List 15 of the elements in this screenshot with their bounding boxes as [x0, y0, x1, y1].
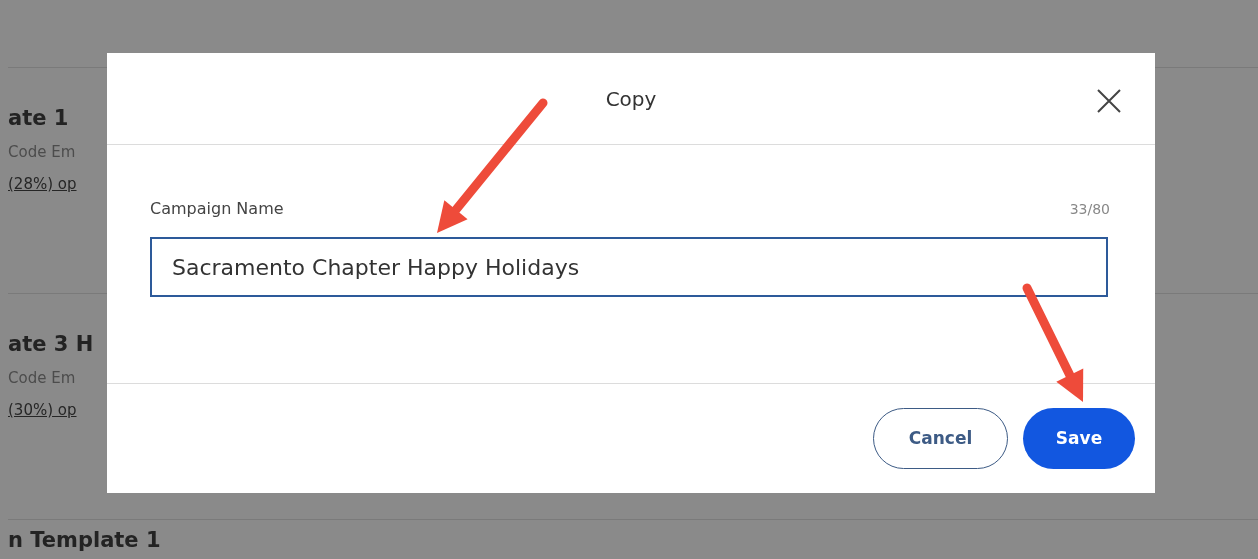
- campaign-name-input[interactable]: Sacramento Chapter Happy Holidays: [150, 237, 1108, 297]
- campaign-title: ate 1: [8, 106, 70, 132]
- save-button[interactable]: Save: [1023, 408, 1135, 469]
- field-label: Campaign Name: [150, 198, 284, 220]
- campaign-type: Code Em: [8, 368, 77, 390]
- open-rate-link[interactable]: (30%) op: [8, 400, 77, 419]
- campaign-title: n Template 1: [8, 528, 162, 554]
- campaign-type: Code Em: [8, 142, 77, 164]
- open-rate-link[interactable]: (28%) op: [8, 174, 77, 193]
- cancel-button[interactable]: Cancel: [873, 408, 1008, 469]
- close-button[interactable]: [1095, 87, 1123, 115]
- dialog-title: Copy: [605, 85, 657, 113]
- character-counter: 33/80: [1069, 199, 1110, 219]
- campaign-title: ate 3 H: [8, 332, 95, 358]
- close-icon: [1095, 87, 1123, 115]
